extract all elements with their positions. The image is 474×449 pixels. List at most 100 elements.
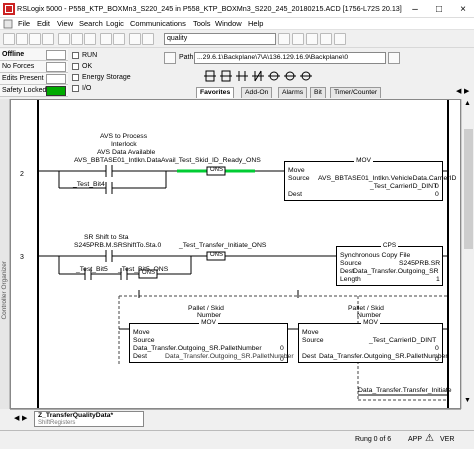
controller-status-panel: Offline No Forces Edits Present Safety L…	[0, 49, 68, 99]
source-value[interactable]: S245PRB.SR	[399, 260, 440, 267]
source-value[interactable]: _Test_CarrierID_DINT	[369, 337, 436, 344]
controller-organizer-tab[interactable]: Controller Organizer	[0, 99, 10, 409]
mov-comment: Pallet / Skid	[188, 305, 224, 312]
dest-value[interactable]: Data_Transfer.Outgoing_SR.PalletNumber	[165, 353, 294, 360]
tab-timer-counter[interactable]: Timer/Counter	[330, 87, 382, 98]
cut-icon[interactable]	[58, 33, 70, 45]
routine-tab[interactable]: Z_TransferQualityData* ShiftRegisters	[34, 411, 144, 427]
menu-file[interactable]: File	[18, 19, 30, 28]
dest-value[interactable]: Data_Transfer.Outgoing_SR.PalletNumber	[319, 353, 448, 360]
length-label: Length	[340, 276, 361, 283]
mov-comment: Number	[357, 312, 382, 319]
search-combo[interactable]: quality	[164, 33, 276, 45]
path-browse-icon[interactable]	[388, 52, 400, 64]
path-label: Path:	[179, 54, 196, 61]
copy-icon[interactable]	[71, 33, 83, 45]
find-next-icon[interactable]	[142, 33, 154, 45]
edits-label: Edits Present	[2, 75, 44, 82]
document-icon	[3, 19, 13, 29]
vertical-scrollbar[interactable]: ▲ ▼	[461, 99, 474, 409]
routine-name: Z_TransferQualityData*	[38, 412, 114, 419]
ladder-editor[interactable]: 2 AVS to Process Interlock AVS Data Avai…	[10, 99, 461, 409]
menu-communications[interactable]: Communications	[130, 19, 186, 28]
menu-help[interactable]: Help	[248, 19, 263, 28]
menu-search[interactable]: Search	[79, 19, 103, 28]
instruction-name: Move	[133, 329, 150, 336]
help-icon[interactable]	[334, 33, 346, 45]
title-bar: RSLogix 5000 - P558_KTP_BOXMn3_S220_245 …	[0, 0, 474, 18]
instruction-type: CPS	[380, 242, 399, 249]
ladder-instruction-icons[interactable]	[202, 68, 402, 84]
menu-bar: File Edit View Search Logic Communicatio…	[0, 18, 474, 30]
ons-label: ONS	[210, 252, 224, 258]
undo-icon[interactable]	[100, 33, 112, 45]
run-check: RUN	[72, 50, 97, 61]
mov-comment: Number	[197, 312, 222, 319]
find-icon[interactable]	[129, 33, 141, 45]
program-name: ShiftRegisters	[38, 420, 76, 426]
tab-scroll-left-icon[interactable]: ◀	[14, 414, 19, 422]
io-check: I/O	[72, 83, 91, 94]
app-indicator: APP	[408, 436, 423, 443]
go-icon[interactable]	[278, 33, 290, 45]
maximize-button[interactable]: □	[428, 0, 450, 18]
redo-icon[interactable]	[113, 33, 125, 45]
path-bar: Path: ...29.6.1\Backplane\7\A\136.129.16…	[162, 51, 474, 65]
instruction-name: Synchronous Copy File	[340, 252, 411, 259]
mov-instruction[interactable]: MOV Move Source Data_Transfer.Outgoing_S…	[129, 319, 294, 363]
safety-lock-icon[interactable]	[46, 86, 66, 96]
ok-check: OK	[72, 61, 92, 72]
dest-sub: 0	[435, 356, 439, 363]
menu-window[interactable]: Window	[215, 19, 242, 28]
length-value[interactable]: 1	[436, 276, 440, 283]
scroll-down-icon[interactable]: ▼	[464, 397, 471, 404]
network-icon[interactable]	[164, 52, 176, 64]
open-icon[interactable]	[16, 33, 28, 45]
edits-dropdown[interactable]	[46, 74, 66, 84]
close-button[interactable]: ×	[452, 0, 474, 18]
scroll-thumb[interactable]	[464, 129, 473, 249]
tab-alarms[interactable]: Alarms	[278, 87, 308, 98]
tabs-scroll-left-icon[interactable]: ◀	[456, 87, 464, 98]
ons-label: ONS	[142, 270, 156, 276]
instruction-toolbar	[162, 66, 474, 86]
source-label: Source	[302, 337, 324, 344]
path-input[interactable]: ...29.6.1\Backplane\7\A\136.129.16.9\Bac…	[194, 52, 386, 64]
tab-add-on[interactable]: Add-On	[241, 87, 273, 98]
mov-instruction[interactable]: MOV Move Source _Test_CarrierID_DINT 0 D…	[298, 319, 448, 363]
tabs-scroll-right-icon[interactable]: ▶	[464, 87, 472, 98]
print-icon[interactable]	[42, 33, 54, 45]
mode-dropdown[interactable]	[46, 50, 66, 60]
menu-tools[interactable]: Tools	[193, 19, 211, 28]
mov-comment: Pallet / Skid	[348, 305, 384, 312]
verify-icon[interactable]	[292, 33, 304, 45]
forces-row: No Forces	[0, 61, 68, 73]
save-icon[interactable]	[29, 33, 41, 45]
ote-tag[interactable]: Data_Transfer.Transfer_Initiate	[358, 387, 452, 394]
forces-dropdown[interactable]	[46, 62, 66, 72]
tab-scroll-right-icon[interactable]: ▶	[22, 414, 27, 422]
scroll-up-icon[interactable]: ▲	[464, 100, 471, 107]
tab-favorites[interactable]: Favorites	[196, 87, 235, 98]
menu-logic[interactable]: Logic	[106, 19, 124, 28]
new-icon[interactable]	[3, 33, 15, 45]
main-toolbar: quality	[0, 31, 474, 48]
dest-value[interactable]: Data_Transfer.Outgoing_SR	[353, 268, 439, 275]
menu-view[interactable]: View	[57, 19, 73, 28]
menu-edit[interactable]: Edit	[37, 19, 50, 28]
dest-label: Dest	[133, 353, 147, 360]
routine-tab-bar: ◀ ▶ Z_TransferQualityData* ShiftRegister…	[10, 409, 461, 428]
ver-indicator: VER	[440, 436, 455, 443]
status-bar: Rung 0 of 6 APP ⚠ VER	[0, 430, 474, 449]
minimize-button[interactable]: –	[404, 0, 426, 18]
source-value[interactable]: Data_Transfer.Outgoing_SR.PalletNumber	[133, 345, 262, 352]
cps-instruction[interactable]: CPS Synchronous Copy File Source S245PRB…	[336, 242, 443, 286]
cross-reference-icon[interactable]	[306, 33, 318, 45]
source-sub: 0	[280, 345, 284, 352]
instruction-name: Move	[302, 329, 319, 336]
cursor-icon: ⚠	[425, 433, 434, 444]
tab-bit[interactable]: Bit	[310, 87, 326, 98]
paste-icon[interactable]	[84, 33, 96, 45]
zoom-icon[interactable]	[320, 33, 332, 45]
source-label: Source	[340, 260, 362, 267]
